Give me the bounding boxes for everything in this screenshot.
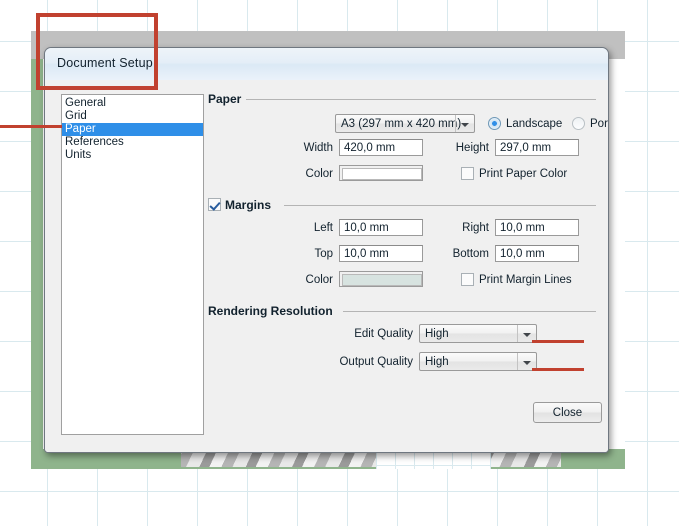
annotation-output-quality-pointer xyxy=(532,368,584,371)
paper-height-input[interactable]: 297,0 mm xyxy=(495,139,579,156)
annotation-title-rectangle xyxy=(36,13,158,90)
margin-top-input[interactable]: 10,0 mm xyxy=(339,245,423,262)
annotation-paper-pointer xyxy=(0,125,62,128)
sidebar-item-general[interactable]: General xyxy=(62,97,203,110)
margin-left-input[interactable]: 10,0 mm xyxy=(339,219,423,236)
paper-group-rule xyxy=(208,99,596,100)
close-button[interactable]: Close xyxy=(533,402,602,423)
output-quality-value: High xyxy=(425,356,449,368)
margins-group: Margins Left 10,0 mm Right 10,0 mm Top 1… xyxy=(208,198,596,290)
margins-group-label: Margins xyxy=(225,198,277,212)
edit-quality-label: Edit Quality xyxy=(354,328,413,340)
chevron-down-icon xyxy=(523,333,531,337)
paper-width-input[interactable]: 420,0 mm xyxy=(339,139,423,156)
paper-color-chip xyxy=(342,168,422,180)
paper-color-label: Color xyxy=(305,168,333,180)
margin-right-input[interactable]: 10,0 mm xyxy=(495,219,579,236)
rendering-group-rule xyxy=(343,311,596,312)
paper-size-combo[interactable]: A3 (297 mm x 420 mm) xyxy=(335,114,475,133)
settings-pane: Paper A3 (297 mm x 420 mm) Landscape Por… xyxy=(208,88,608,440)
paper-width-label: Width xyxy=(303,142,333,154)
margin-right-label: Right xyxy=(462,222,489,234)
output-quality-combo[interactable]: High xyxy=(419,352,537,371)
margin-bottom-label: Bottom xyxy=(452,248,489,260)
output-quality-label: Output Quality xyxy=(339,356,413,368)
paper-group: Paper A3 (297 mm x 420 mm) Landscape Por… xyxy=(208,92,608,184)
chevron-down-icon xyxy=(523,361,531,365)
print-margin-lines-label: Print Margin Lines xyxy=(479,274,572,286)
chevron-down-icon xyxy=(461,123,469,127)
paper-color-swatch[interactable] xyxy=(339,165,423,181)
margin-color-chip xyxy=(342,274,422,286)
orientation-landscape-radio[interactable] xyxy=(488,117,501,130)
margin-color-label: Color xyxy=(305,274,333,286)
orientation-portrait-label: Portrait xyxy=(590,118,609,130)
sidebar-item-paper[interactable]: Paper xyxy=(62,123,203,136)
dialog-body: General Grid Paper References Units Pape… xyxy=(45,80,608,452)
sidebar-item-references[interactable]: References xyxy=(62,136,203,149)
document-setup-dialog: Document Setup General Grid Paper Refere… xyxy=(44,47,609,453)
sidebar-item-units[interactable]: Units xyxy=(62,149,203,162)
orientation-portrait-radio[interactable] xyxy=(572,117,585,130)
margins-group-rule xyxy=(284,205,596,206)
print-paper-color-checkbox[interactable] xyxy=(461,167,474,180)
print-margin-lines-checkbox[interactable] xyxy=(461,273,474,286)
orientation-landscape-label: Landscape xyxy=(506,118,563,130)
edit-quality-combo[interactable]: High xyxy=(419,324,537,343)
margin-top-label: Top xyxy=(314,248,333,260)
print-paper-color-label: Print Paper Color xyxy=(479,168,568,180)
paper-group-label: Paper xyxy=(208,92,247,106)
margin-left-label: Left xyxy=(313,222,333,234)
paper-height-label: Height xyxy=(455,142,489,154)
sidebar-item-grid[interactable]: Grid xyxy=(62,110,203,123)
rendering-resolution-group: Rendering Resolution Edit Quality High O… xyxy=(208,304,596,384)
paper-size-value: A3 (297 mm x 420 mm) xyxy=(341,118,462,130)
category-listbox[interactable]: General Grid Paper References Units xyxy=(61,94,204,435)
annotation-edit-quality-pointer xyxy=(532,340,584,343)
margin-bottom-input[interactable]: 10,0 mm xyxy=(495,245,579,262)
margin-color-swatch[interactable] xyxy=(339,271,423,287)
edit-quality-value: High xyxy=(425,328,449,340)
margins-enabled-checkbox[interactable] xyxy=(208,198,221,211)
rendering-group-label: Rendering Resolution xyxy=(208,304,338,318)
